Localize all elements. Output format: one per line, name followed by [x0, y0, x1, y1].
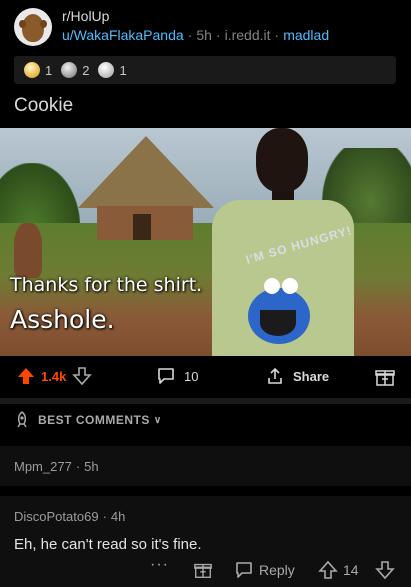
upvote-arrow-icon[interactable] [16, 366, 36, 386]
comment-age: 5h [84, 459, 99, 474]
reply-button[interactable]: Reply [234, 560, 295, 580]
award-wholesome[interactable]: 1 [98, 62, 127, 78]
comment-count: 10 [184, 368, 199, 384]
meme-caption-line2: Asshole. [10, 305, 115, 334]
rocket-icon [17, 411, 27, 428]
boy-head [256, 128, 308, 192]
meta-dot: · [187, 27, 193, 43]
chevron-down-icon: ∨ [153, 414, 162, 426]
award-count: 1 [45, 62, 53, 78]
comment-bubble-icon [236, 562, 252, 578]
comment-score: 14 [343, 562, 359, 578]
reply-label: Reply [259, 562, 295, 578]
awards-bar[interactable]: 1 2 1 [14, 56, 396, 84]
comment-item[interactable]: DiscoPotato69 · 4h Eh, he can't read so it… [0, 496, 411, 587]
post-flair[interactable]: madlad [283, 27, 329, 43]
award-silver[interactable]: 1 [24, 62, 52, 78]
background-child [14, 223, 42, 278]
gift-icon [375, 370, 395, 386]
award-helpful-hands[interactable]: 2 [61, 62, 89, 78]
post-domain[interactable]: i.redd.it [225, 27, 271, 43]
comment-author[interactable]: DiscoPotato69 [14, 509, 99, 524]
give-award-button[interactable] [193, 560, 213, 580]
comment-meta: Mpm_277 · 5h [14, 459, 99, 474]
vote-group: 1.4k [16, 366, 93, 386]
comment-sort-dropdown[interactable]: BEST COMMENTS ∨ [12, 410, 162, 430]
share-icon [268, 367, 282, 384]
cookie-monster-eye [264, 278, 280, 294]
hut-door [133, 214, 151, 240]
comment-vote-group: 14 [318, 560, 359, 580]
cookie-monster-eye [282, 278, 298, 294]
downvote-arrow-icon [375, 561, 395, 580]
meta-dot: · [75, 459, 81, 474]
award-count: 1 [119, 62, 127, 78]
share-label: Share [293, 368, 330, 384]
upvote-arrow-icon[interactable] [318, 560, 338, 580]
upvote-count: 1.4k [41, 368, 67, 384]
avatar-face [22, 14, 44, 42]
post-meta: u/WakaFlakaPanda · 5h · i.redd.it · madlad [62, 27, 329, 43]
comment-body: Eh, he can't read so it's fine. [14, 536, 202, 553]
silver-award-icon [24, 62, 40, 78]
meta-dot: · [215, 27, 221, 43]
cookie-monster-mouth [260, 310, 296, 336]
meme-caption-line1: Thanks for the shirt. [10, 274, 203, 296]
comment-item[interactable]: Mpm_277 · 5h [0, 446, 411, 486]
post-age: 5h [196, 27, 212, 43]
comment-actions: ··· Reply 14 [0, 556, 411, 582]
meta-dot: · [274, 27, 280, 43]
subreddit-avatar[interactable] [14, 8, 52, 46]
helpful-hands-award-icon [61, 62, 78, 78]
comment-age: 4h [110, 509, 126, 524]
comment-downvote[interactable] [375, 560, 395, 580]
award-count: 2 [82, 62, 90, 78]
hut-roof [78, 136, 214, 208]
post-title[interactable]: Cookie [14, 95, 73, 117]
comments-button[interactable]: 10 [156, 366, 198, 386]
share-button[interactable]: Share [265, 366, 329, 386]
subreddit-name[interactable]: r/HolUp [62, 8, 109, 24]
sort-label: BEST COMMENTS [38, 413, 150, 427]
give-award-button[interactable] [374, 366, 396, 388]
avatar-ear-left [19, 20, 26, 28]
downvote-arrow-icon[interactable] [72, 366, 93, 386]
comment-bubble-icon [158, 368, 174, 384]
post-author[interactable]: u/WakaFlakaPanda [62, 27, 184, 43]
more-options-button[interactable]: ··· [150, 556, 169, 574]
comment-author[interactable]: Mpm_277 [14, 459, 72, 474]
section-divider [0, 398, 411, 404]
avatar-ear-right [40, 20, 47, 28]
comment-meta: DiscoPotato69 · 4h [14, 509, 125, 524]
meta-dot: · [102, 509, 107, 524]
gift-icon [194, 563, 212, 578]
wholesome-award-icon [98, 62, 115, 78]
post-actions-bar: 1.4k 10 Share [0, 362, 411, 394]
post-header: r/HolUp u/WakaFlakaPanda · 5h · i.redd.it · ma… [0, 0, 411, 52]
